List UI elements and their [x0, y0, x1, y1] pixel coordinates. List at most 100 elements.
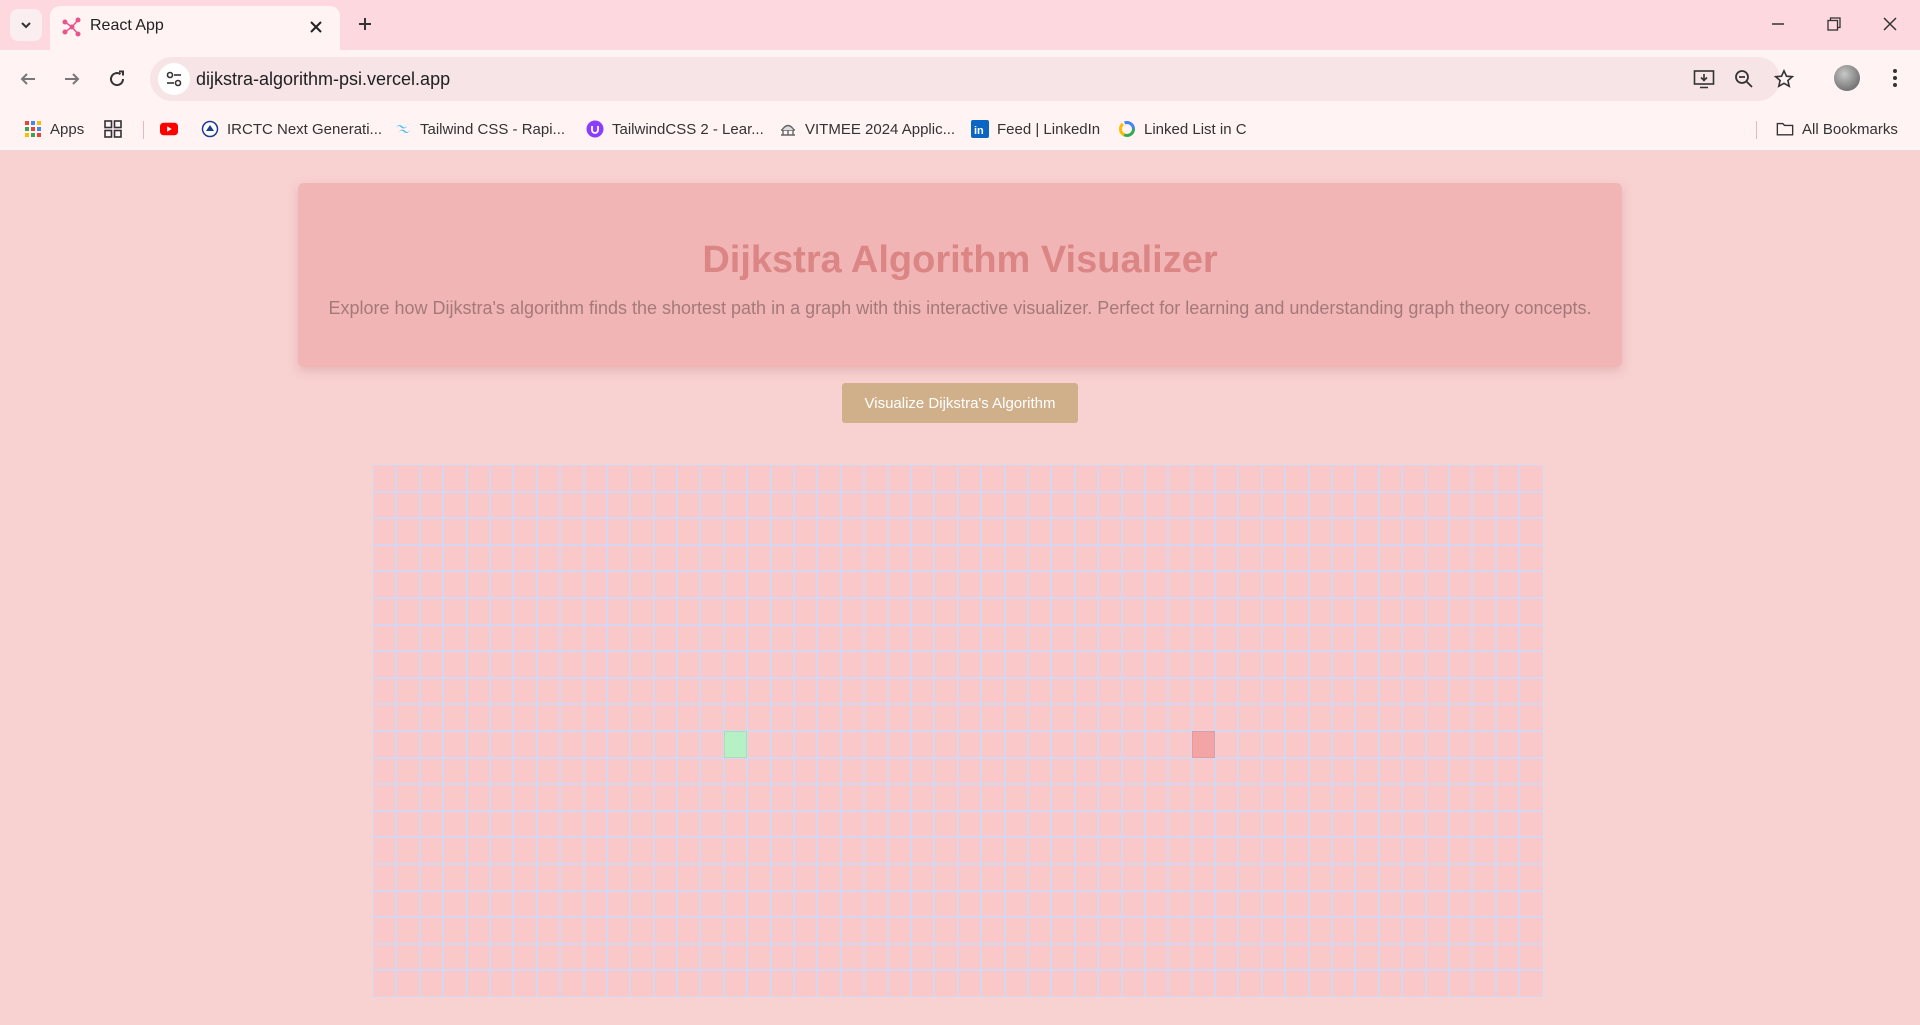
- grid-node[interactable]: [396, 465, 420, 492]
- grid-node[interactable]: [817, 863, 841, 891]
- grid-node[interactable]: [443, 544, 467, 572]
- grid-node[interactable]: [1378, 677, 1403, 705]
- grid-node[interactable]: [1191, 757, 1216, 785]
- grid-node[interactable]: [677, 677, 701, 705]
- grid-node[interactable]: [419, 651, 444, 678]
- grid-node[interactable]: [419, 544, 444, 572]
- grid-node[interactable]: [1004, 863, 1028, 891]
- grid-node[interactable]: [1168, 651, 1192, 678]
- grid-node[interactable]: [630, 571, 654, 598]
- grid-node[interactable]: [653, 571, 678, 598]
- grid-node[interactable]: [1191, 917, 1216, 944]
- grid-node[interactable]: [583, 863, 607, 891]
- grid-node[interactable]: [1144, 917, 1169, 944]
- grid-node[interactable]: [817, 917, 841, 944]
- grid-node[interactable]: [1519, 917, 1543, 944]
- grid-node[interactable]: [396, 837, 420, 864]
- grid-node[interactable]: [1051, 677, 1075, 705]
- grid-node[interactable]: [606, 624, 631, 652]
- grid-node[interactable]: [1168, 943, 1192, 971]
- grid-node[interactable]: [1168, 890, 1192, 918]
- grid-node[interactable]: [747, 624, 771, 652]
- grid-node[interactable]: [513, 465, 537, 492]
- grid-node[interactable]: [1378, 704, 1403, 731]
- grid-node[interactable]: [1425, 890, 1449, 918]
- grid-node[interactable]: [1285, 810, 1309, 838]
- grid-node[interactable]: [1004, 571, 1028, 598]
- grid-node[interactable]: [373, 970, 397, 997]
- grid-node[interactable]: [1448, 837, 1473, 864]
- grid-node[interactable]: [536, 491, 561, 519]
- grid-node[interactable]: [1519, 970, 1543, 997]
- grid-node[interactable]: [1238, 837, 1262, 864]
- grid-node[interactable]: [1051, 704, 1075, 731]
- grid-node[interactable]: [1074, 890, 1099, 918]
- grid-node[interactable]: [419, 730, 444, 758]
- grid-node[interactable]: [560, 970, 584, 997]
- grid-node[interactable]: [630, 757, 654, 785]
- grid-node[interactable]: [1308, 890, 1333, 918]
- grid-node[interactable]: [1215, 677, 1239, 705]
- grid-node[interactable]: [373, 518, 397, 545]
- grid-node[interactable]: [513, 784, 537, 811]
- grid-node[interactable]: [1448, 757, 1473, 785]
- grid-node[interactable]: [1472, 624, 1496, 652]
- grid-node[interactable]: [887, 518, 911, 545]
- grid-node[interactable]: [1355, 943, 1379, 971]
- grid-node[interactable]: [1027, 518, 1052, 545]
- grid-node[interactable]: [887, 571, 911, 598]
- grid-node[interactable]: [1261, 704, 1286, 731]
- grid-node[interactable]: [583, 518, 607, 545]
- grid-node[interactable]: [770, 943, 795, 971]
- grid-node[interactable]: [373, 544, 397, 572]
- grid-node[interactable]: [1121, 491, 1145, 519]
- grid-node[interactable]: [770, 784, 795, 811]
- grid-node[interactable]: [934, 544, 958, 572]
- grid-node[interactable]: [396, 571, 420, 598]
- grid-node[interactable]: [817, 465, 841, 492]
- grid-node[interactable]: [560, 465, 584, 492]
- grid-node[interactable]: [981, 837, 1005, 864]
- grid-node[interactable]: [1098, 810, 1122, 838]
- grid-node[interactable]: [1074, 518, 1099, 545]
- grid-node[interactable]: [606, 784, 631, 811]
- grid-node[interactable]: [536, 518, 561, 545]
- grid-node[interactable]: [981, 784, 1005, 811]
- grid-node[interactable]: [1191, 704, 1216, 731]
- grid-node[interactable]: [536, 597, 561, 625]
- grid-node[interactable]: [840, 571, 865, 598]
- grid-node[interactable]: [840, 970, 865, 997]
- grid-node[interactable]: [1098, 491, 1122, 519]
- grid-node[interactable]: [1472, 704, 1496, 731]
- grid-node[interactable]: [910, 704, 935, 731]
- grid-node[interactable]: [887, 970, 911, 997]
- grid-node[interactable]: [513, 704, 537, 731]
- grid-node[interactable]: [1191, 890, 1216, 918]
- grid-node[interactable]: [723, 943, 748, 971]
- all-bookmarks[interactable]: All Bookmarks: [1776, 116, 1898, 142]
- grid-node[interactable]: [1425, 677, 1449, 705]
- grid-node[interactable]: [560, 544, 584, 572]
- grid-node[interactable]: [1448, 917, 1473, 944]
- reload-button[interactable]: [101, 63, 133, 95]
- grid-node[interactable]: [653, 518, 678, 545]
- browser-menu-button[interactable]: [1880, 63, 1910, 93]
- grid-node[interactable]: [1004, 465, 1028, 492]
- grid-node[interactable]: [373, 943, 397, 971]
- grid-node[interactable]: [887, 784, 911, 811]
- grid-node[interactable]: [1144, 943, 1169, 971]
- grid-node[interactable]: [466, 651, 490, 678]
- grid-node[interactable]: [1215, 917, 1239, 944]
- grid-node[interactable]: [1261, 810, 1286, 838]
- grid-node[interactable]: [396, 651, 420, 678]
- grid-node[interactable]: [700, 491, 724, 519]
- grid-node[interactable]: [489, 970, 514, 997]
- grid-node[interactable]: [1378, 970, 1403, 997]
- grid-node[interactable]: [770, 597, 795, 625]
- grid-node[interactable]: [1027, 704, 1052, 731]
- grid-node[interactable]: [1378, 810, 1403, 838]
- grid-node[interactable]: [1074, 651, 1099, 678]
- grid-node[interactable]: [1144, 571, 1169, 598]
- grid-node[interactable]: [1215, 597, 1239, 625]
- grid-node[interactable]: [1495, 837, 1520, 864]
